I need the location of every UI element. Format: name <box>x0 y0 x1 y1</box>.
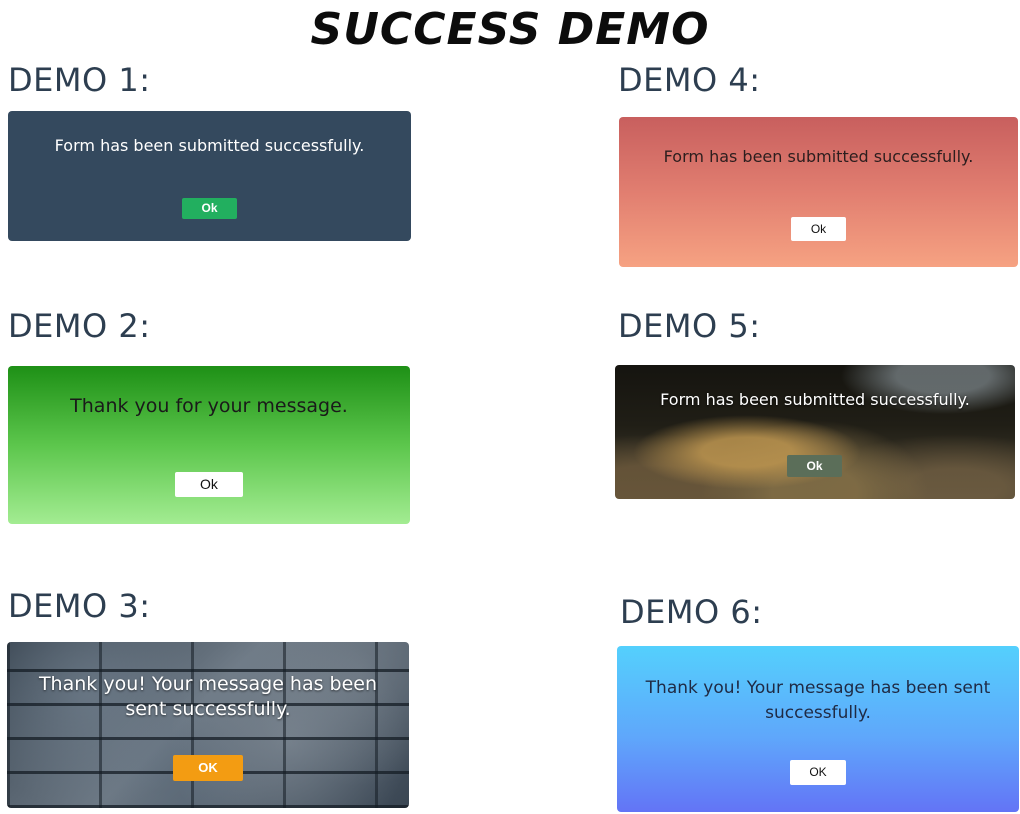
demo-4-label: DEMO 4: <box>618 61 761 99</box>
demo-6-message-line-1: Thank you! Your message has been sent <box>645 678 991 698</box>
demo-1-message: Form has been submitted successfully. <box>54 136 365 155</box>
demo-2-ok-button[interactable]: Ok <box>175 472 243 497</box>
demo-6-success-dialog: Thank you! Your message has been sent su… <box>617 646 1019 812</box>
demo-6-message-line-2: successfully. <box>765 703 871 723</box>
demo-1-label: DEMO 1: <box>8 61 151 99</box>
demo-1-success-dialog: Form has been submitted successfully. Ok <box>8 111 411 241</box>
demo-4-success-dialog: Form has been submitted successfully. Ok <box>619 117 1018 267</box>
demo-5-ok-button[interactable]: Ok <box>787 455 842 477</box>
demo-3-message-line-2: sent successfully. <box>125 698 291 720</box>
demo-6-message: Thank you! Your message has been sent su… <box>617 676 1019 726</box>
demo-1-ok-button[interactable]: Ok <box>182 198 237 219</box>
demo-3-label: DEMO 3: <box>8 587 151 625</box>
demo-5-label: DEMO 5: <box>618 307 761 345</box>
demo-3-success-dialog: Thank you! Your message has been sent su… <box>7 642 409 808</box>
demo-3-ok-button[interactable]: OK <box>173 755 243 781</box>
demo-3-message-line-1: Thank you! Your message has been <box>38 673 378 695</box>
demo-2-label: DEMO 2: <box>8 307 151 345</box>
demo-6-ok-button[interactable]: OK <box>790 760 846 785</box>
page-title: SUCCESS DEMO <box>310 4 710 55</box>
demo-6-label: DEMO 6: <box>620 593 763 631</box>
demo-4-ok-button[interactable]: Ok <box>791 217 846 241</box>
demo-5-success-dialog: Form has been submitted successfully. Ok <box>615 365 1015 499</box>
demo-3-message: Thank you! Your message has been sent su… <box>7 672 409 722</box>
demo-2-message: Thank you for your message. <box>70 395 348 417</box>
demo-4-message: Form has been submitted successfully. <box>663 147 974 166</box>
demo-2-success-dialog: Thank you for your message. Ok <box>8 366 410 524</box>
demo-5-message: Form has been submitted successfully. <box>660 390 970 409</box>
